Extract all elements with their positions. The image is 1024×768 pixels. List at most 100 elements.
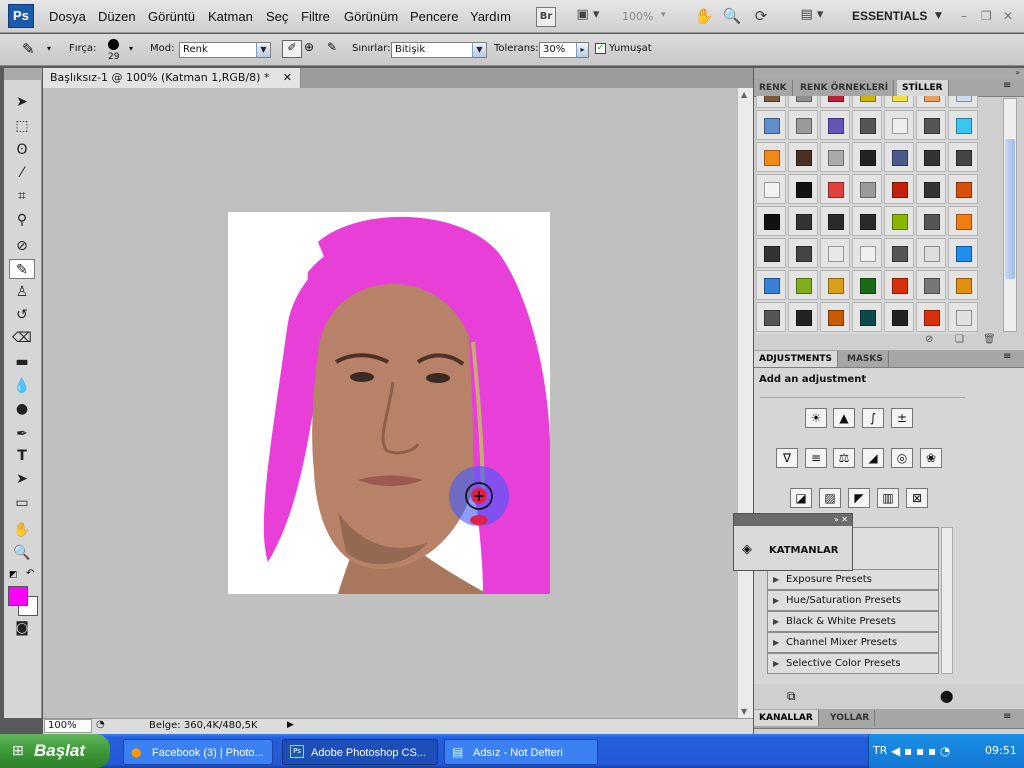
dodge-tool-icon[interactable]: ●	[9, 399, 35, 419]
selective-color-icon[interactable]: ⊠	[906, 488, 928, 508]
style-swatch[interactable]	[756, 110, 786, 140]
style-swatch[interactable]	[756, 174, 786, 204]
style-swatch[interactable]	[788, 238, 818, 268]
document-canvas[interactable]	[228, 212, 550, 594]
style-swatch[interactable]	[916, 142, 946, 172]
style-swatch[interactable]	[852, 110, 882, 140]
color-balance-icon[interactable]: ⚖	[833, 448, 855, 468]
style-swatch[interactable]	[756, 96, 786, 108]
style-swatch[interactable]	[852, 142, 882, 172]
style-swatch[interactable]	[788, 270, 818, 300]
style-swatch[interactable]	[948, 110, 978, 140]
tab-channels[interactable]: KANALLAR	[754, 710, 819, 726]
style-swatch[interactable]	[756, 302, 786, 332]
preset-black-white[interactable]: ▶ Black & White Presets	[767, 611, 939, 632]
move-tool-icon[interactable]: ➤	[9, 92, 35, 112]
zoom-level[interactable]: 100%	[622, 10, 653, 23]
film-icon[interactable]: ▣ ▾	[572, 7, 604, 27]
history-brush-tool-icon[interactable]: ↺	[9, 305, 35, 325]
photo-filter-icon[interactable]: ◎	[891, 448, 913, 468]
style-swatch[interactable]	[948, 302, 978, 332]
scroll-down-icon[interactable]: ▼	[741, 707, 747, 716]
preset-selective-color[interactable]: ▶ Selective Color Presets	[767, 653, 939, 674]
bridge-button[interactable]: Br	[536, 7, 556, 27]
antialias-checkbox[interactable]: ✓	[595, 43, 606, 54]
sampling-once-icon[interactable]: ⊕	[304, 40, 314, 54]
posterize-icon[interactable]: ▨	[819, 488, 841, 508]
style-swatch[interactable]	[916, 238, 946, 268]
menu-filter[interactable]: Filtre	[301, 9, 330, 24]
healing-brush-tool-icon[interactable]: ⊘	[9, 236, 35, 256]
marquee-tool-icon[interactable]: ⬚	[9, 116, 35, 136]
style-swatch[interactable]	[948, 174, 978, 204]
tab-masks[interactable]: MASKS	[842, 351, 889, 367]
style-swatch[interactable]	[788, 142, 818, 172]
style-swatch[interactable]	[820, 142, 850, 172]
menu-edit[interactable]: Düzen	[98, 9, 136, 24]
path-selection-tool-icon[interactable]: ➤	[9, 469, 35, 489]
panel-menu-icon[interactable]: ≡	[1003, 711, 1011, 722]
style-swatch[interactable]	[884, 174, 914, 204]
invert-icon[interactable]: ◪	[790, 488, 812, 508]
tool-preset-dropdown-icon[interactable]: ▾	[47, 44, 51, 53]
close-document-icon[interactable]: ✕	[283, 68, 292, 88]
style-swatch[interactable]	[948, 206, 978, 236]
style-swatch[interactable]	[916, 206, 946, 236]
task-photoshop[interactable]: Adobe Photoshop CS...	[282, 739, 438, 765]
hue-saturation-icon[interactable]: ≡	[805, 448, 827, 468]
style-swatch[interactable]	[884, 270, 914, 300]
style-swatch[interactable]	[884, 238, 914, 268]
tab-color[interactable]: RENK	[754, 80, 793, 96]
rotate-view-icon[interactable]: ⟳	[751, 7, 771, 27]
tab-adjustments[interactable]: ADJUSTMENTS	[754, 351, 838, 367]
menu-view[interactable]: Görünüm	[344, 9, 398, 24]
mode-select[interactable]: Renk ▼	[179, 42, 271, 58]
style-swatch[interactable]	[852, 270, 882, 300]
magic-wand-tool-icon[interactable]: ⁄	[9, 163, 35, 183]
gradient-tool-icon[interactable]: ▬	[9, 352, 35, 372]
panel-menu-icon[interactable]: ≡	[1003, 351, 1011, 362]
tray-icons[interactable]: ◀ ▪ ▪ ▪ ◔	[891, 734, 950, 768]
style-swatch[interactable]	[884, 142, 914, 172]
tolerance-input[interactable]: 30% ▸	[539, 42, 589, 58]
default-colors-icon[interactable]: ◩	[9, 570, 18, 580]
menu-help[interactable]: Yardım	[470, 9, 511, 24]
hand-tool-icon[interactable]: ✋	[9, 520, 35, 540]
clone-stamp-tool-icon[interactable]: ♙	[9, 282, 35, 302]
swap-colors-icon[interactable]: ↶	[26, 568, 34, 579]
style-swatch[interactable]	[756, 238, 786, 268]
presets-scrollbar[interactable]	[941, 527, 953, 674]
style-swatch[interactable]	[756, 142, 786, 172]
language-indicator[interactable]: TR	[873, 734, 887, 768]
menu-image[interactable]: Görüntü	[148, 9, 195, 24]
layers-panel-collapsed[interactable]: » ✕ ◈ KATMANLAR	[733, 513, 853, 571]
exposure-icon[interactable]: ±	[891, 408, 913, 428]
style-swatch[interactable]	[916, 96, 946, 108]
style-swatch[interactable]	[820, 270, 850, 300]
style-swatch[interactable]	[820, 96, 850, 108]
style-swatch[interactable]	[788, 302, 818, 332]
style-swatch[interactable]	[948, 270, 978, 300]
tab-styles[interactable]: STİLLER	[897, 80, 949, 96]
menu-file[interactable]: Dosya	[49, 9, 86, 24]
pen-tool-icon[interactable]: ✒	[9, 424, 35, 444]
style-swatch[interactable]	[916, 270, 946, 300]
style-swatch[interactable]	[788, 174, 818, 204]
task-facebook[interactable]: Facebook (3) | Photo...	[123, 739, 273, 765]
zoom-input[interactable]: 100%	[44, 719, 92, 733]
layers-panel-header[interactable]: » ✕	[734, 514, 852, 526]
brightness-contrast-icon[interactable]: ☀	[805, 408, 827, 428]
style-swatch[interactable]	[788, 110, 818, 140]
styles-scrollbar[interactable]	[1003, 98, 1017, 332]
limits-select[interactable]: Bitişik ▼	[391, 42, 487, 58]
curves-icon[interactable]: ∫	[862, 408, 884, 428]
minimize-icon[interactable]: –	[961, 9, 967, 23]
blur-tool-icon[interactable]: 💧	[9, 376, 35, 396]
style-swatch[interactable]	[916, 110, 946, 140]
style-swatch[interactable]	[948, 96, 978, 108]
style-swatch[interactable]	[948, 238, 978, 268]
document-tab[interactable]: Başlıksız-1 @ 100% (Katman 1,RGB/8) * ✕	[43, 68, 301, 88]
style-swatch[interactable]	[756, 270, 786, 300]
zoom-icon[interactable]: 🔍	[722, 7, 742, 27]
panel-menu-icon[interactable]: ≡	[1003, 80, 1011, 91]
